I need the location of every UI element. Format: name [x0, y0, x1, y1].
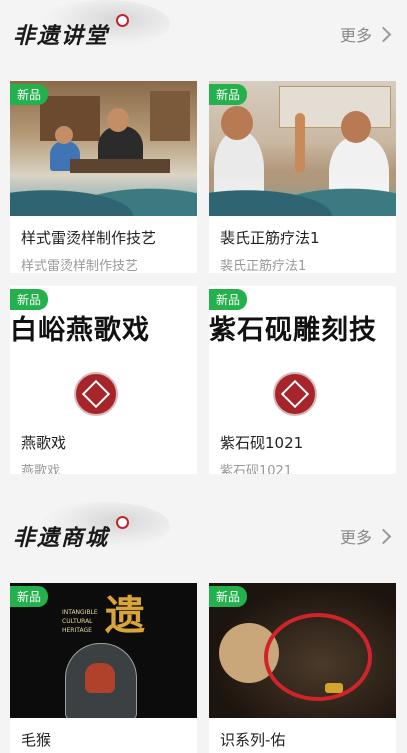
figurine: [85, 663, 115, 693]
card-subtitle: 样式雷烫样制作技艺: [21, 259, 139, 273]
card-subtitle: 紫石砚1021: [220, 464, 293, 474]
product-card[interactable]: 新品 识系列-佑: [209, 583, 396, 753]
card-title: 毛猴: [21, 731, 52, 749]
course-card[interactable]: 紫石砚雕刻技 新品 紫石砚1021 紫石砚1021: [209, 286, 396, 474]
card-title: 识系列-佑: [220, 731, 286, 749]
seal-dot-icon: [116, 14, 129, 27]
card-title: 燕歌戏: [21, 434, 67, 452]
section-title: 非遗商城: [13, 525, 110, 551]
card-subtitle: 裴氏正筋疗法1: [220, 259, 307, 273]
more-link[interactable]: 更多: [339, 22, 392, 46]
card-title: 裴氏正筋疗法1: [220, 229, 320, 247]
new-badge: 新品: [10, 586, 49, 607]
course-card[interactable]: 新品 裴氏正筋疗法1 裴氏正筋疗法1: [209, 81, 396, 273]
person-head: [221, 106, 253, 140]
new-badge: 新品: [10, 289, 49, 310]
course-card[interactable]: 白峪燕歌戏 新品 燕歌戏 燕歌戏: [10, 286, 197, 474]
more-link[interactable]: 更多: [339, 524, 392, 548]
product-card[interactable]: 遗 INTANGIBLE CULTURAL HERITAGE 新品 毛猴: [10, 583, 197, 753]
seal-dot-icon: [116, 516, 129, 529]
card-subtitle: 燕歌戏: [21, 464, 61, 474]
red-bracelet: [264, 613, 372, 701]
emblem-icon: [74, 372, 118, 416]
new-badge: 新品: [209, 289, 248, 310]
course-card[interactable]: 新品 样式雷烫样制作技艺 样式雷烫样制作技艺: [10, 81, 197, 273]
card-title: 样式雷烫样制作技艺: [21, 229, 157, 247]
section-header-mall: 非遗商城 更多: [0, 502, 407, 562]
section-header-lecture: 非遗讲堂 更多: [0, 0, 407, 60]
more-label: 更多: [339, 528, 372, 547]
chevron-right-icon: [375, 528, 392, 544]
new-badge: 新品: [209, 84, 248, 105]
poster-text: INTANGIBLE CULTURAL HERITAGE: [62, 609, 98, 634]
person-head: [107, 108, 129, 132]
acupuncture-model: [295, 113, 305, 173]
poster-character: 遗: [105, 592, 145, 639]
person-head: [341, 111, 371, 143]
wave-decoration: [209, 171, 396, 216]
calligraphy-banner: 白峪燕歌戏: [10, 315, 150, 346]
wave-decoration: [10, 171, 197, 216]
new-badge: 新品: [209, 586, 248, 607]
more-label: 更多: [339, 26, 372, 45]
new-badge: 新品: [10, 84, 49, 105]
calligraphy-banner: 紫石砚雕刻技: [209, 315, 377, 346]
bookshelf: [150, 91, 190, 141]
child-head: [55, 126, 73, 144]
emblem-icon: [273, 372, 317, 416]
section-title: 非遗讲堂: [13, 23, 110, 49]
chevron-right-icon: [375, 26, 392, 42]
gold-bead: [325, 683, 343, 693]
card-title: 紫石砚1021: [220, 434, 304, 452]
